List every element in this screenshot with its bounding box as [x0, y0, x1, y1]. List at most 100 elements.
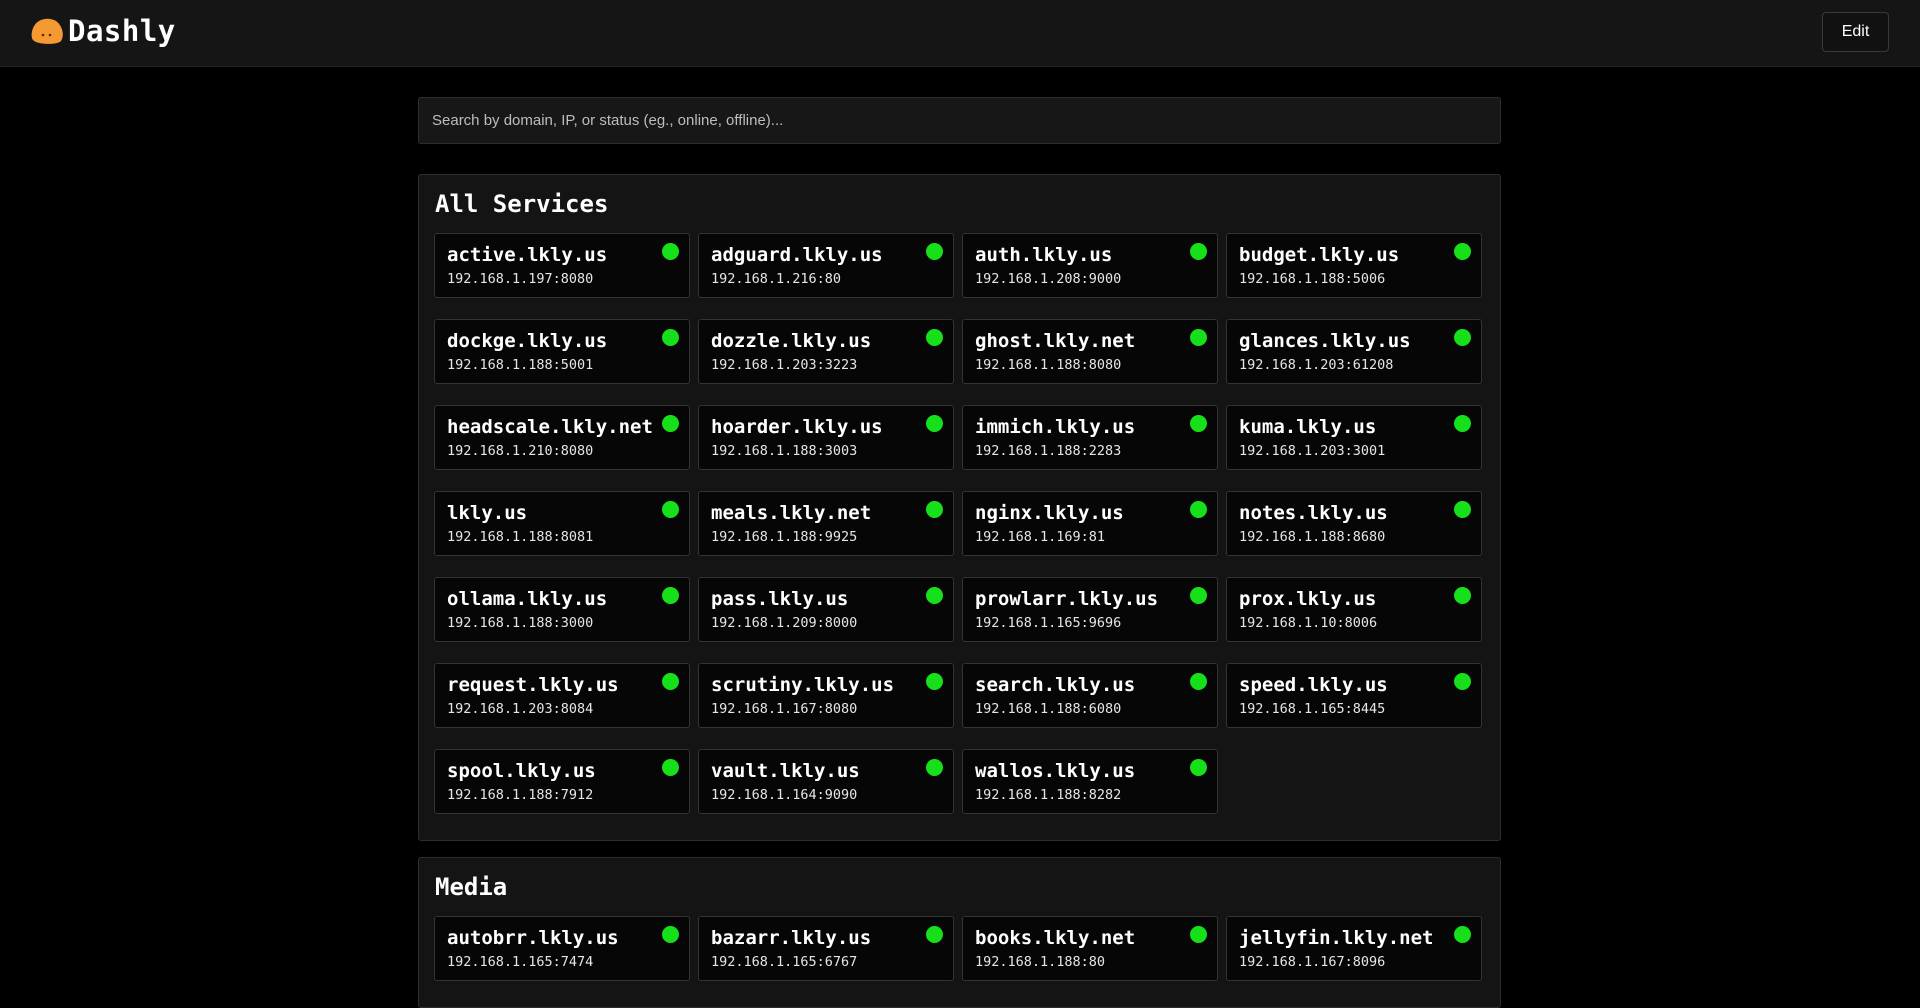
app-name: Dashly — [68, 14, 176, 48]
service-card[interactable]: glances.lkly.us 192.168.1.203:61208 — [1226, 319, 1482, 384]
service-address: 192.168.1.188:3000 — [447, 615, 594, 631]
service-address: 192.168.1.203:3223 — [711, 357, 858, 373]
service-card[interactable]: meals.lkly.net 192.168.1.188:9925 — [698, 491, 954, 556]
service-address: 192.168.1.188:2283 — [975, 443, 1122, 459]
service-domain: search.lkly.us — [975, 674, 1136, 696]
status-online-icon — [662, 415, 679, 432]
service-card[interactable]: active.lkly.us 192.168.1.197:8080 — [434, 233, 690, 298]
service-card[interactable]: ghost.lkly.net 192.168.1.188:8080 — [962, 319, 1218, 384]
service-card[interactable]: adguard.lkly.us 192.168.1.216:80 — [698, 233, 954, 298]
service-domain: headscale.lkly.net — [447, 416, 653, 438]
status-online-icon — [662, 587, 679, 604]
service-address: 192.168.1.188:8080 — [975, 357, 1122, 373]
status-online-icon — [1190, 415, 1207, 432]
service-address: 192.168.1.203:8084 — [447, 701, 594, 717]
section-title: Media — [435, 873, 508, 901]
service-card[interactable]: autobrr.lkly.us 192.168.1.165:7474 — [434, 916, 690, 981]
status-online-icon — [662, 759, 679, 776]
service-card[interactable]: headscale.lkly.net 192.168.1.210:8080 — [434, 405, 690, 470]
service-address: 192.168.1.188:5001 — [447, 357, 594, 373]
service-card[interactable]: books.lkly.net 192.168.1.188:80 — [962, 916, 1218, 981]
service-domain: pass.lkly.us — [711, 588, 849, 610]
service-domain: bazarr.lkly.us — [711, 927, 872, 949]
status-online-icon — [926, 415, 943, 432]
service-address: 192.168.1.203:3001 — [1239, 443, 1386, 459]
service-address: 192.168.1.167:8096 — [1239, 954, 1386, 970]
service-domain: budget.lkly.us — [1239, 244, 1400, 266]
status-online-icon — [1190, 759, 1207, 776]
status-online-icon — [1454, 243, 1471, 260]
service-domain: hoarder.lkly.us — [711, 416, 883, 438]
service-grid: autobrr.lkly.us 192.168.1.165:7474 bazarr.… — [434, 916, 1485, 981]
status-online-icon — [926, 501, 943, 518]
service-grid: active.lkly.us 192.168.1.197:8080 adguard.… — [434, 233, 1485, 814]
service-card[interactable]: wallos.lkly.us 192.168.1.188:8282 — [962, 749, 1218, 814]
top-navbar: Dashly Edit — [0, 0, 1920, 67]
status-online-icon — [1454, 415, 1471, 432]
service-domain: books.lkly.net — [975, 927, 1136, 949]
status-online-icon — [926, 243, 943, 260]
service-card[interactable]: lkly.us 192.168.1.188:8081 — [434, 491, 690, 556]
service-domain: kuma.lkly.us — [1239, 416, 1377, 438]
status-online-icon — [662, 329, 679, 346]
service-domain: adguard.lkly.us — [711, 244, 883, 266]
service-card[interactable]: vault.lkly.us 192.168.1.164:9090 — [698, 749, 954, 814]
status-online-icon — [926, 587, 943, 604]
service-domain: autobrr.lkly.us — [447, 927, 619, 949]
status-online-icon — [926, 759, 943, 776]
service-domain: auth.lkly.us — [975, 244, 1113, 266]
service-card[interactable]: jellyfin.lkly.net 192.168.1.167:8096 — [1226, 916, 1482, 981]
service-domain: vault.lkly.us — [711, 760, 860, 782]
service-domain: glances.lkly.us — [1239, 330, 1411, 352]
service-address: 192.168.1.188:80 — [975, 954, 1106, 970]
service-card[interactable]: nginx.lkly.us 192.168.1.169:81 — [962, 491, 1218, 556]
service-domain: nginx.lkly.us — [975, 502, 1124, 524]
service-card[interactable]: notes.lkly.us 192.168.1.188:8680 — [1226, 491, 1482, 556]
service-group: All Services active.lkly.us 192.168.1.197:… — [418, 174, 1501, 841]
service-domain: speed.lkly.us — [1239, 674, 1388, 696]
status-online-icon — [1454, 673, 1471, 690]
service-address: 192.168.1.197:8080 — [447, 271, 594, 287]
service-card[interactable]: kuma.lkly.us 192.168.1.203:3001 — [1226, 405, 1482, 470]
service-address: 192.168.1.188:3003 — [711, 443, 858, 459]
service-card[interactable]: prowlarr.lkly.us 192.168.1.165:9696 — [962, 577, 1218, 642]
status-online-icon — [662, 673, 679, 690]
service-card[interactable]: pass.lkly.us 192.168.1.209:8000 — [698, 577, 954, 642]
service-card[interactable]: dockge.lkly.us 192.168.1.188:5001 — [434, 319, 690, 384]
service-card[interactable]: prox.lkly.us 192.168.1.10:8006 — [1226, 577, 1482, 642]
service-address: 192.168.1.188:9925 — [711, 529, 858, 545]
service-address: 192.168.1.165:9696 — [975, 615, 1122, 631]
service-domain: scrutiny.lkly.us — [711, 674, 895, 696]
service-address: 192.168.1.188:5006 — [1239, 271, 1386, 287]
service-card[interactable]: speed.lkly.us 192.168.1.165:8445 — [1226, 663, 1482, 728]
status-online-icon — [662, 501, 679, 518]
service-card[interactable]: immich.lkly.us 192.168.1.188:2283 — [962, 405, 1218, 470]
service-card[interactable]: scrutiny.lkly.us 192.168.1.167:8080 — [698, 663, 954, 728]
service-card[interactable]: search.lkly.us 192.168.1.188:6080 — [962, 663, 1218, 728]
service-address: 192.168.1.188:7912 — [447, 787, 594, 803]
status-online-icon — [662, 243, 679, 260]
status-online-icon — [926, 926, 943, 943]
service-address: 192.168.1.164:9090 — [711, 787, 858, 803]
service-card[interactable]: auth.lkly.us 192.168.1.208:9000 — [962, 233, 1218, 298]
service-card[interactable]: request.lkly.us 192.168.1.203:8084 — [434, 663, 690, 728]
status-online-icon — [926, 673, 943, 690]
service-card[interactable]: hoarder.lkly.us 192.168.1.188:3003 — [698, 405, 954, 470]
edit-button[interactable]: Edit — [1822, 12, 1889, 52]
service-domain: ollama.lkly.us — [447, 588, 608, 610]
service-card[interactable]: spool.lkly.us 192.168.1.188:7912 — [434, 749, 690, 814]
service-card[interactable]: bazarr.lkly.us 192.168.1.165:6767 — [698, 916, 954, 981]
service-card[interactable]: ollama.lkly.us 192.168.1.188:3000 — [434, 577, 690, 642]
service-address: 192.168.1.188:8081 — [447, 529, 594, 545]
service-domain: ghost.lkly.net — [975, 330, 1136, 352]
service-domain: meals.lkly.net — [711, 502, 872, 524]
search-input[interactable] — [418, 97, 1501, 144]
service-domain: immich.lkly.us — [975, 416, 1136, 438]
status-online-icon — [1190, 673, 1207, 690]
service-domain: prox.lkly.us — [1239, 588, 1377, 610]
section-title: All Services — [435, 190, 609, 218]
service-card[interactable]: dozzle.lkly.us 192.168.1.203:3223 — [698, 319, 954, 384]
status-online-icon — [1454, 501, 1471, 518]
main-content: All Services active.lkly.us 192.168.1.197:… — [418, 97, 1501, 1008]
service-card[interactable]: budget.lkly.us 192.168.1.188:5006 — [1226, 233, 1482, 298]
